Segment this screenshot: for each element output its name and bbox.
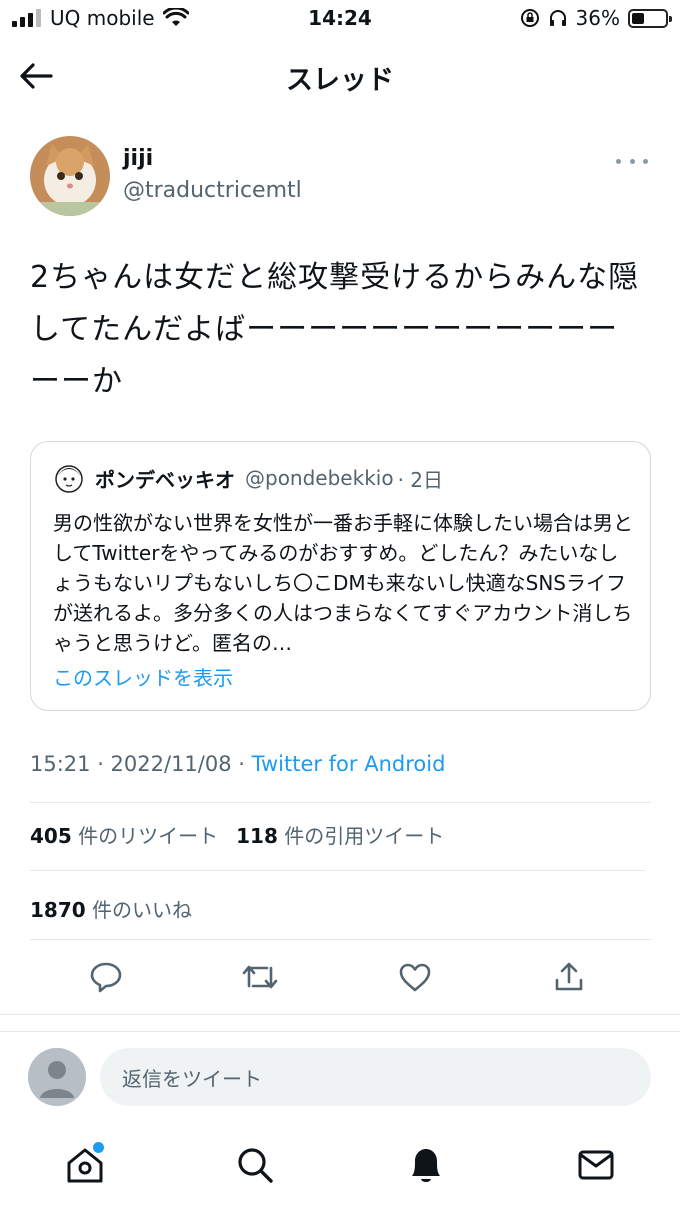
like-button[interactable] <box>393 955 437 999</box>
show-thread-link[interactable]: このスレッドを表示 <box>53 662 233 691</box>
tweet-text: 2ちゃんは女だと総攻撃受けるからみんな隠してたんだよばーーーーーーーーーーーーー… <box>30 260 640 399</box>
quoted-tweet-header: ポンデベッキオ @pondebekkio · 2日 <box>53 462 443 494</box>
default-user-icon <box>28 1048 86 1106</box>
retweets-stat[interactable]: 405 件のリツイート <box>30 820 218 849</box>
quotes-label: 件の引用ツイート <box>284 824 445 848</box>
reply-button[interactable] <box>84 955 128 999</box>
tweet-timestamp: 15:21 · 2022/11/08 · <box>30 752 252 776</box>
author-avatar[interactable] <box>30 136 110 216</box>
retweet-quote-stats: 405 件のリツイート 118 件の引用ツイート <box>30 820 444 849</box>
status-left: UQ mobile <box>12 6 189 30</box>
likes-count: 1870 <box>30 898 86 922</box>
share-button[interactable] <box>547 955 591 999</box>
divider <box>30 802 651 803</box>
battery-fill <box>632 12 644 24</box>
heart-icon <box>399 963 431 992</box>
quoted-tweet-card[interactable]: ポンデベッキオ @pondebekkio · 2日 男の性欲がない世界を女性が一… <box>30 441 651 711</box>
carrier-label: UQ mobile <box>50 6 155 30</box>
divider <box>30 939 651 940</box>
status-right: 36% <box>520 6 672 30</box>
battery-percentage: 36% <box>575 6 620 30</box>
share-icon <box>555 962 583 991</box>
tab-home[interactable] <box>60 1140 110 1190</box>
mail-icon <box>578 1150 614 1180</box>
tweet-actions <box>0 955 680 1001</box>
quoted-author-name: ポンデベッキオ <box>95 467 235 492</box>
reply-bar: 返信をツイート <box>0 1040 680 1110</box>
page-title: スレッド <box>286 65 394 96</box>
headphones-icon <box>549 10 566 26</box>
retweets-count: 405 <box>30 824 72 848</box>
quotes-count: 118 <box>236 824 278 848</box>
author-name[interactable]: jiji <box>123 146 153 171</box>
divider <box>0 1031 680 1032</box>
battery-icon <box>628 8 672 28</box>
author-handle[interactable]: @traductricemtl <box>123 178 302 203</box>
illustrated-avatar-image <box>53 462 85 494</box>
tab-messages[interactable] <box>571 1140 621 1190</box>
quoted-tweet-text: 男の性欲がない世界を女性が一番お手軽に体験したい場合は男としてTwitterをや… <box>53 511 633 655</box>
likes-stat[interactable]: 1870 件のいいね <box>30 894 192 923</box>
search-icon <box>238 1148 273 1183</box>
tab-notifications[interactable] <box>401 1140 451 1190</box>
notification-dot <box>93 1142 104 1153</box>
signal-icon <box>12 9 41 27</box>
more-dot-icon <box>616 158 621 164</box>
retweet-button[interactable] <box>238 955 282 999</box>
reply-input[interactable]: 返信をツイート <box>100 1048 651 1106</box>
comment-icon <box>90 962 122 993</box>
more-dot-icon <box>643 158 648 164</box>
quoted-tweet-date: · 2日 <box>397 467 444 492</box>
my-avatar[interactable] <box>28 1048 86 1106</box>
tweet-meta: 15:21 · 2022/11/08 · Twitter for Android <box>30 752 445 776</box>
more-dot-icon <box>629 158 635 164</box>
quoted-author-avatar <box>53 462 85 494</box>
tweet-author: jiji @traductricemtl <box>30 136 650 220</box>
divider <box>30 870 645 871</box>
bell-icon <box>412 1149 440 1182</box>
divider <box>0 1014 680 1015</box>
top-navigation: スレッド <box>0 44 680 108</box>
tab-search[interactable] <box>230 1140 280 1190</box>
more-options-button[interactable] <box>616 152 648 170</box>
retweet-icon <box>242 965 278 989</box>
wifi-icon <box>162 8 189 26</box>
bottom-tab-bar <box>0 1130 680 1200</box>
tweet-source-link[interactable]: Twitter for Android <box>252 752 446 776</box>
quoted-author-handle: @pondebekkio <box>245 466 394 490</box>
cat-avatar-image <box>30 136 110 216</box>
retweets-label: 件のリツイート <box>78 824 219 848</box>
rotation-lock-icon <box>520 9 539 27</box>
likes-label: 件のいいね <box>92 898 193 922</box>
status-bar: UQ mobile 14:24 36% <box>0 0 680 40</box>
quotes-stat[interactable]: 118 件の引用ツイート <box>236 820 444 849</box>
